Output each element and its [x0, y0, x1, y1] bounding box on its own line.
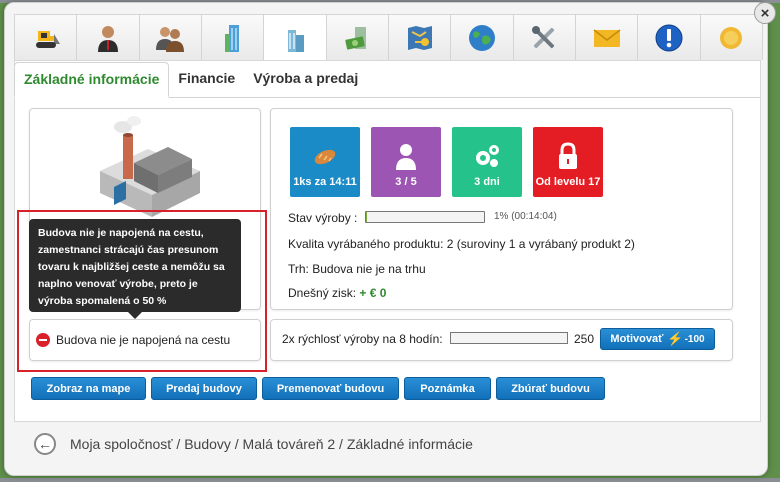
show-on-map-button[interactable]: Zobraz na mape — [31, 377, 146, 400]
tab-factory-building[interactable] — [263, 14, 327, 62]
motivation-text: 2x rýchlosť výroby na 8 hodín: — [282, 332, 443, 346]
daily-profit: Dnešný zisk: + € 0 — [288, 286, 386, 300]
tile-level-lock: Od levelu 17 — [533, 127, 603, 197]
skyscraper-icon — [224, 24, 239, 52]
tab-map-key[interactable] — [387, 14, 452, 60]
bread-icon — [314, 149, 336, 165]
production-progress-text: 1% (00:14:04) — [494, 211, 557, 222]
tab-finance-building[interactable] — [325, 14, 389, 60]
sell-building-button[interactable]: Predaj budovy — [151, 377, 257, 400]
note-button[interactable]: Poznámka — [404, 377, 491, 400]
close-button[interactable]: × — [754, 2, 776, 24]
map-key-icon — [407, 25, 432, 50]
tab-bulldozer[interactable] — [14, 14, 78, 60]
tile-workers-label: 3 / 5 — [395, 176, 417, 188]
tab-skyscraper[interactable] — [200, 14, 265, 60]
stat-tiles: 1ks za 14:11 3 / 5 3 dni Od levelu 17 — [290, 127, 614, 197]
coin-icon — [720, 26, 743, 49]
gears-icon — [476, 145, 499, 167]
manager-icon — [97, 25, 118, 52]
tooltip-arrow — [128, 312, 142, 319]
tile-production-time-label: 1ks za 14:11 — [293, 176, 357, 188]
motivate-button[interactable]: Motivovať ⚡ -100 — [600, 328, 715, 350]
tab-basic-info[interactable]: Základné informácie — [14, 62, 170, 98]
map-road — [0, 478, 780, 482]
bulldozer-icon — [35, 30, 60, 48]
tile-production-time: 1ks za 14:11 — [290, 127, 360, 197]
motivate-button-label: Motivovať — [610, 333, 664, 345]
tab-mail[interactable] — [574, 14, 639, 60]
person-icon — [396, 144, 416, 170]
tab-production-sales[interactable]: Výroba a predaj — [244, 62, 367, 98]
product-quality: Kvalita vyrábaného produktu: 2 (suroviny… — [288, 237, 635, 251]
info-icon — [655, 24, 683, 51]
tab-tools[interactable] — [512, 14, 576, 60]
employees-icon — [156, 26, 185, 52]
tooltip-text: Budova nie je napojená na cestu, zamestn… — [38, 227, 225, 307]
market-status: Trh: Budova nie je na trhu — [288, 262, 426, 276]
production-progress-fill — [366, 212, 368, 222]
motivation-value: 250 — [574, 332, 595, 346]
back-arrow-icon[interactable] — [34, 433, 56, 455]
daily-profit-label: Dnešný zisk: — [288, 286, 357, 300]
energy-bolt-icon: ⚡ — [667, 331, 684, 346]
tools-icon — [532, 25, 555, 48]
rename-building-button[interactable]: Premenovať budovu — [262, 377, 399, 400]
tile-workers: 3 / 5 — [371, 127, 441, 197]
daily-profit-value: + € 0 — [359, 286, 387, 300]
production-progress-bar — [365, 211, 485, 223]
motivation-progress-bar — [450, 332, 568, 344]
tab-globe[interactable] — [450, 14, 514, 60]
breadcrumb: Moja spoločnosť / Budovy / Malá továreň … — [70, 436, 473, 452]
tab-employees[interactable] — [138, 14, 202, 60]
tab-info[interactable] — [637, 14, 701, 60]
money-building-icon — [345, 26, 367, 50]
road-tooltip: Budova nie je napojená na cestu, zamestn… — [29, 219, 241, 312]
lock-icon — [559, 142, 577, 169]
tile-level-lock-label: Od levelu 17 — [535, 176, 601, 188]
tab-manager[interactable] — [76, 14, 140, 60]
tab-finance[interactable]: Financie — [169, 62, 244, 98]
motivate-cost: -100 — [684, 333, 705, 345]
tab-coin[interactable] — [699, 14, 763, 60]
globe-icon — [468, 24, 495, 51]
category-icon-bar — [14, 14, 763, 62]
close-icon: × — [760, 4, 770, 22]
tile-production-days-label: 3 dni — [474, 176, 500, 188]
subtab-bar: Základné informácie Financie Výroba a pr… — [14, 62, 367, 98]
factory-building-icon — [287, 29, 304, 52]
footer-bar: Moja spoločnosť / Budovy / Malá továreň … — [24, 425, 761, 463]
tile-production-days: 3 dni — [452, 127, 522, 197]
mail-icon — [593, 28, 621, 47]
demolish-building-button[interactable]: Zbúrať budovu — [496, 377, 605, 400]
production-status-label: Stav výroby : — [288, 211, 358, 225]
